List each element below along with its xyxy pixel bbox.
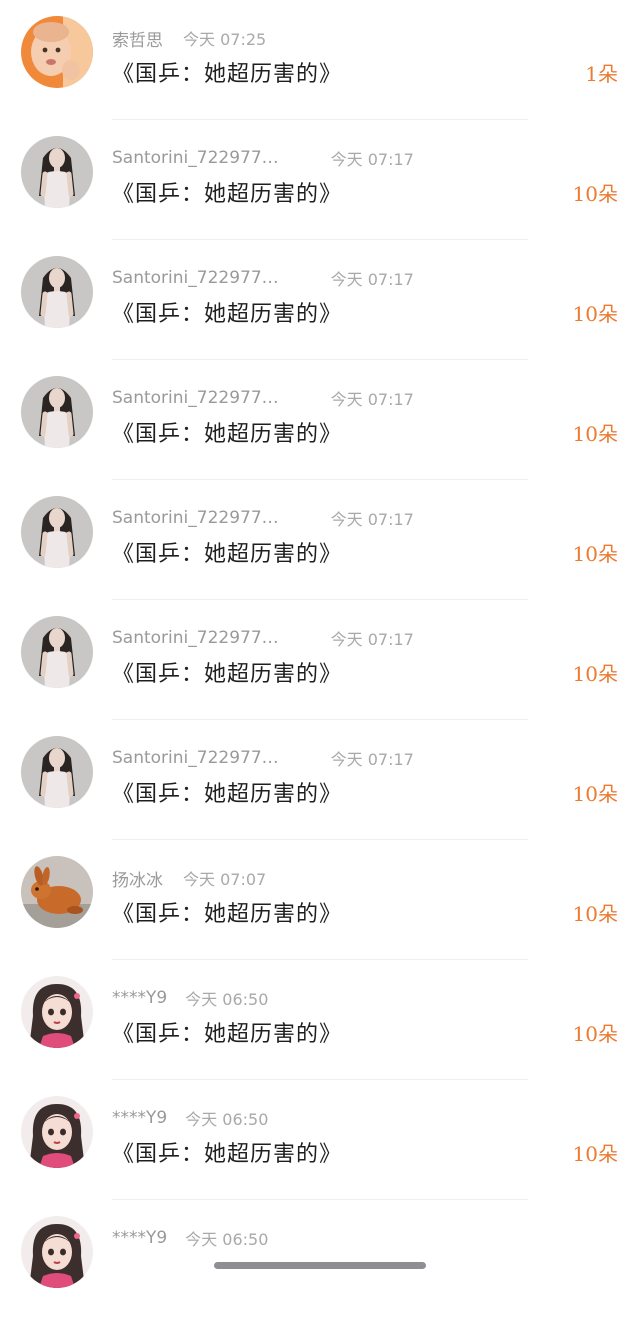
sender-name[interactable]: Santorini_722977… (112, 628, 279, 648)
sender-name[interactable]: 扬冰冰 (112, 866, 163, 891)
timestamp: 今天 07:17 (330, 510, 414, 529)
gift-list-item[interactable]: Santorini_722977… 今天 07:17 《国乒：她超历害的》 10朵 (0, 360, 640, 480)
gift-message: 《国乒：她超历害的》 (112, 422, 343, 447)
gift-amount: 10朵 (572, 542, 618, 566)
baby-avatar (21, 16, 93, 88)
cartoon-girl-avatar (21, 1216, 93, 1288)
sender-meta: Santorini_722977… 今天 07:17 (112, 504, 414, 532)
avatar[interactable] (21, 976, 93, 1048)
woman-photo-avatar (21, 616, 93, 688)
sender-name[interactable]: Santorini_722977… (112, 748, 279, 768)
gift-message: 《国乒：她超历害的》 (112, 542, 343, 567)
gift-amount: 10朵 (572, 782, 618, 806)
avatar[interactable] (21, 136, 93, 208)
woman-photo-avatar (21, 376, 93, 448)
gift-list-item[interactable]: ****Y9 今天 06:50 (0, 1200, 640, 1320)
cartoon-girl-avatar (21, 976, 93, 1048)
gift-amount: 10朵 (572, 902, 618, 926)
sender-meta: Santorini_722977… 今天 07:17 (112, 144, 414, 172)
sender-name[interactable]: Santorini_722977… (112, 268, 279, 288)
gift-message: 《国乒：她超历害的》 (112, 302, 343, 327)
woman-photo-avatar (21, 496, 93, 568)
avatar[interactable] (21, 1096, 93, 1168)
gift-amount: 10朵 (572, 422, 618, 446)
gift-message: 《国乒：她超历害的》 (112, 1022, 343, 1047)
sender-meta: Santorini_722977… 今天 07:17 (112, 624, 414, 652)
sender-meta: ****Y9 今天 06:50 (112, 984, 268, 1012)
avatar[interactable] (21, 856, 93, 928)
sender-meta: ****Y9 今天 06:50 (112, 1224, 268, 1252)
sender-name[interactable]: 索哲思 (112, 26, 163, 51)
gift-list-item[interactable]: Santorini_722977… 今天 07:17 《国乒：她超历害的》 10朵 (0, 120, 640, 240)
avatar[interactable] (21, 496, 93, 568)
gift-message: 《国乒：她超历害的》 (112, 662, 343, 687)
timestamp: 今天 06:50 (185, 1110, 269, 1129)
sender-meta: 索哲思 今天 07:25 (112, 24, 266, 52)
avatar[interactable] (21, 16, 93, 88)
timestamp: 今天 06:50 (185, 990, 269, 1009)
woman-photo-avatar (21, 736, 93, 808)
gift-amount: 10朵 (572, 1022, 618, 1046)
gift-message: 《国乒：她超历害的》 (112, 1142, 343, 1167)
sender-meta: 扬冰冰 今天 07:07 (112, 864, 266, 892)
timestamp: 今天 07:17 (330, 630, 414, 649)
home-indicator[interactable] (214, 1262, 426, 1269)
gift-message: 《国乒：她超历害的》 (112, 62, 343, 87)
gift-list-item[interactable]: 索哲思 今天 07:25 《国乒：她超历害的》 1朵 (0, 0, 640, 120)
gift-amount: 10朵 (572, 302, 618, 326)
timestamp: 今天 07:17 (330, 270, 414, 289)
timestamp: 今天 07:25 (183, 30, 267, 49)
gift-list-item[interactable]: 扬冰冰 今天 07:07 《国乒：她超历害的》 10朵 (0, 840, 640, 960)
gift-list-item[interactable]: Santorini_722977… 今天 07:17 《国乒：她超历害的》 10朵 (0, 480, 640, 600)
rabbit-avatar (21, 856, 93, 928)
sender-name[interactable]: ****Y9 (112, 1228, 167, 1248)
gift-list-item[interactable]: ****Y9 今天 06:50 《国乒：她超历害的》 10朵 (0, 960, 640, 1080)
sender-meta: Santorini_722977… 今天 07:17 (112, 384, 414, 412)
sender-meta: ****Y9 今天 06:50 (112, 1104, 268, 1132)
avatar[interactable] (21, 376, 93, 448)
sender-name[interactable]: Santorini_722977… (112, 508, 279, 528)
gift-amount: 1朵 (585, 62, 618, 86)
gift-message: 《国乒：她超历害的》 (112, 782, 343, 807)
gift-amount: 10朵 (572, 182, 618, 206)
sender-name[interactable]: ****Y9 (112, 1108, 167, 1128)
avatar[interactable] (21, 256, 93, 328)
gift-list-item[interactable]: Santorini_722977… 今天 07:17 《国乒：她超历害的》 10朵 (0, 720, 640, 840)
avatar[interactable] (21, 736, 93, 808)
timestamp: 今天 07:07 (183, 870, 267, 889)
gift-list: 索哲思 今天 07:25 《国乒：她超历害的》 1朵 Santorini_722977…… (0, 0, 640, 1320)
timestamp: 今天 06:50 (185, 1230, 269, 1249)
gift-list-item[interactable]: Santorini_722977… 今天 07:17 《国乒：她超历害的》 10朵 (0, 600, 640, 720)
gift-message: 《国乒：她超历害的》 (112, 902, 343, 927)
gift-message: 《国乒：她超历害的》 (112, 182, 343, 207)
woman-photo-avatar (21, 136, 93, 208)
sender-name[interactable]: Santorini_722977… (112, 148, 279, 168)
gift-amount: 10朵 (572, 1142, 618, 1166)
woman-photo-avatar (21, 256, 93, 328)
avatar[interactable] (21, 616, 93, 688)
gift-list-item[interactable]: Santorini_722977… 今天 07:17 《国乒：她超历害的》 10朵 (0, 240, 640, 360)
timestamp: 今天 07:17 (330, 390, 414, 409)
cartoon-girl-avatar (21, 1096, 93, 1168)
gift-list-item[interactable]: ****Y9 今天 06:50 《国乒：她超历害的》 10朵 (0, 1080, 640, 1200)
timestamp: 今天 07:17 (330, 150, 414, 169)
gift-amount: 10朵 (572, 662, 618, 686)
sender-name[interactable]: ****Y9 (112, 988, 167, 1008)
avatar[interactable] (21, 1216, 93, 1288)
timestamp: 今天 07:17 (330, 750, 414, 769)
sender-meta: Santorini_722977… 今天 07:17 (112, 264, 414, 292)
sender-meta: Santorini_722977… 今天 07:17 (112, 744, 414, 772)
sender-name[interactable]: Santorini_722977… (112, 388, 279, 408)
